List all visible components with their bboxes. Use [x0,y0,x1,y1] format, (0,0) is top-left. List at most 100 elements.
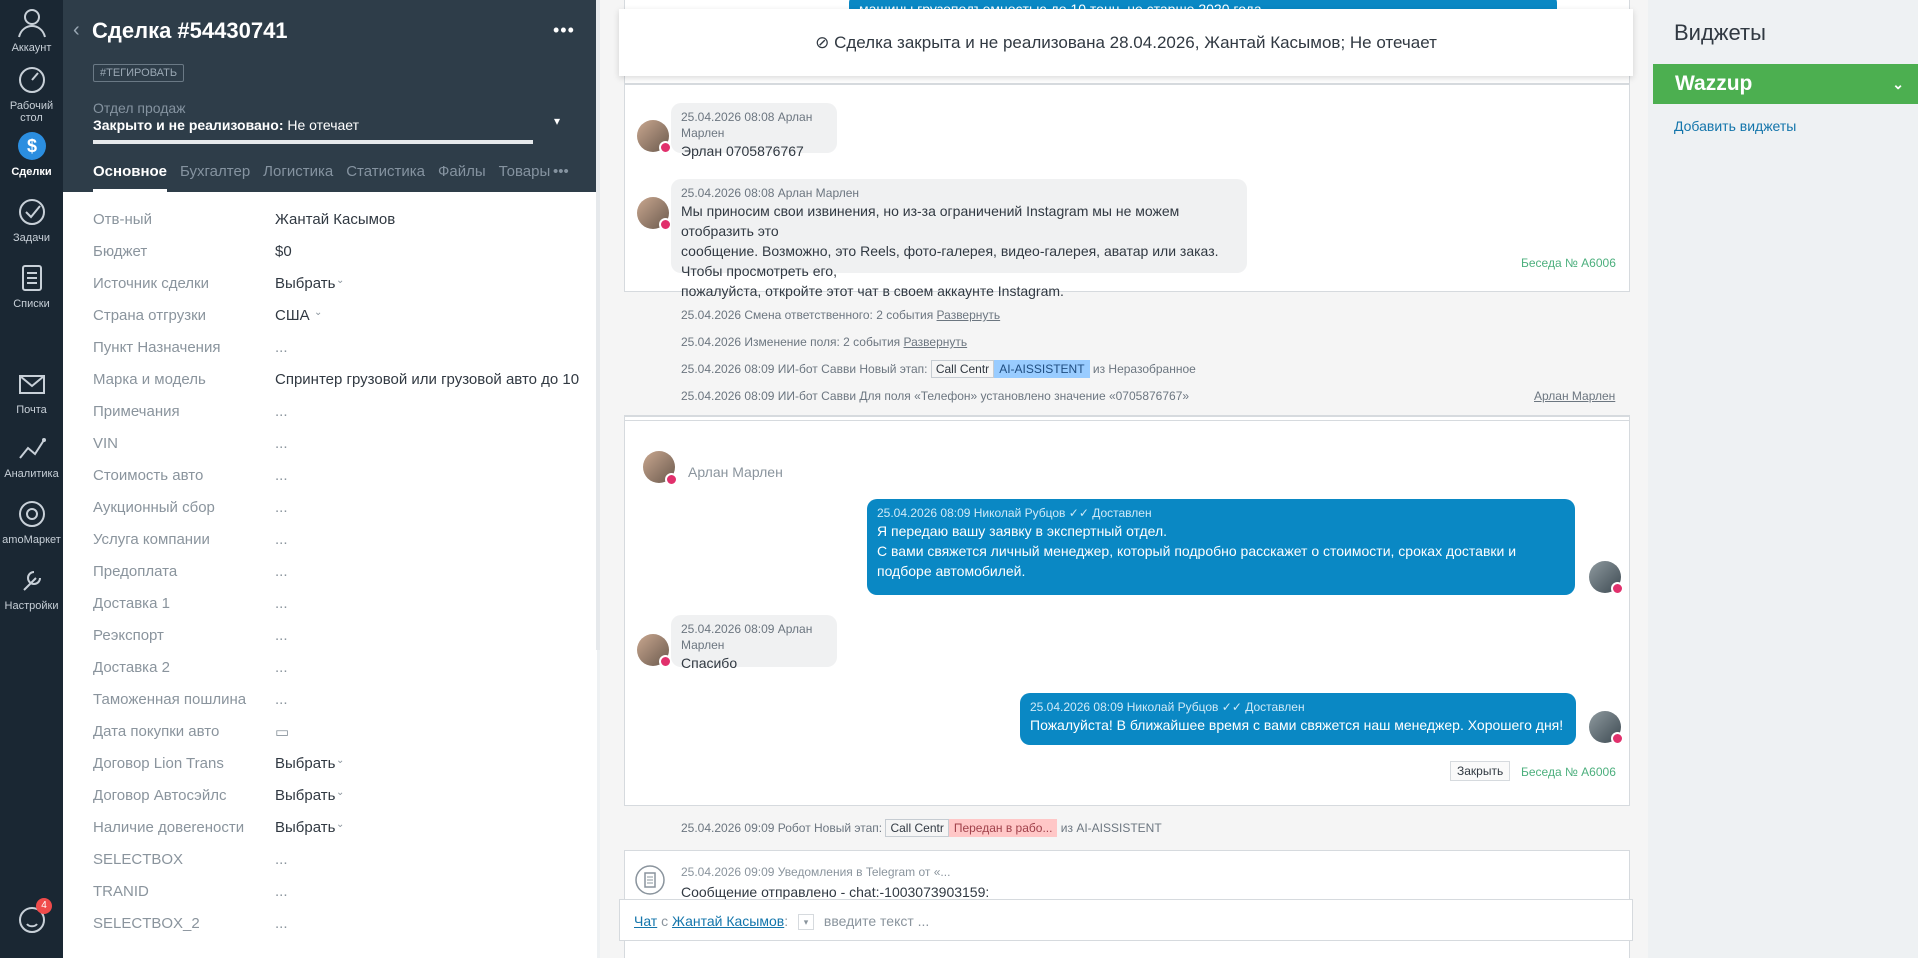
message-text: Спасибо [681,655,738,671]
field-row: Таможенная пошлина... [93,691,593,723]
deal-status-select[interactable]: Закрыто и не реализовано: Не отечает [93,117,359,133]
expand-link[interactable]: Развернуть [904,335,968,349]
nav-mail[interactable]: Почта [0,368,63,416]
event-field-change: 25.04.2026 Изменение поля: 2 события Раз… [681,335,967,349]
conversation-link[interactable]: Беседа № A6006 [1521,765,1616,779]
field-value[interactable]: ... [275,339,288,356]
field-row: Наличие довerености Выбрать ⌄ [93,819,593,851]
chevron-down-icon[interactable]: ▾ [798,914,815,931]
chevron-down-icon[interactable]: ▾ [554,114,560,128]
field-value[interactable]: ... [275,435,288,452]
field-row: Бюджет $0 [93,243,593,275]
event-text: 25.04.2026 08:09 ИИ-бот Савви Для поля «… [681,389,1190,403]
field-value[interactable]: Выбрать [275,787,335,804]
tab-3[interactable]: Статистика [346,163,425,192]
close-conversation-button[interactable]: Закрыть [1450,761,1511,781]
field-value[interactable]: ▭ [275,723,289,741]
event-user-link[interactable]: Арлан Марлен [1534,389,1615,403]
field-row: Доставка 1... [93,595,593,627]
field-value[interactable]: США [275,307,310,324]
field-value[interactable]: ... [275,627,288,644]
field-value[interactable]: ... [275,883,288,900]
chevron-down-icon[interactable]: ⌄ [1892,64,1904,104]
field-value[interactable]: Выбрать [275,819,335,836]
nav-dashboard-label: Рабочий стол [9,100,54,124]
field-value[interactable]: ... [275,403,288,420]
field-value[interactable]: ... [275,691,288,708]
wazzup-widget[interactable]: Wazzup ⌄ [1653,64,1918,104]
nav-account[interactable]: Аккаунт [0,6,63,54]
widgets-panel: Виджеты Wazzup ⌄ Добавить виджеты [1648,0,1918,958]
field-row: Реэкспорт... [93,627,593,659]
nav-deals[interactable]: $ Сделки [0,130,63,178]
field-value[interactable]: Спринтер грузовой или грузовой авто до 1… [275,371,579,388]
event-phone-set: 25.04.2026 08:09 ИИ-бот Савви Для поля «… [681,389,1189,403]
field-label: TRANID [93,883,149,900]
field-row: VIN... [93,435,593,467]
mail-icon [18,375,45,394]
chat-type-link[interactable]: Чат [634,913,657,929]
field-value[interactable]: ... [275,595,288,612]
nav-settings[interactable]: Настройки [0,564,63,612]
conversation-link[interactable]: Беседа № A6006 [1521,256,1616,270]
chevron-down-icon[interactable]: ⌄ [336,275,344,286]
field-row: SELECTBOX... [93,851,593,883]
field-row: Договор Автосэйлс Выбрать ⌄ [93,787,593,819]
field-value[interactable]: ... [275,659,288,676]
back-arrow-icon[interactable]: ‹ [73,19,80,42]
field-label: Таможенная пошлина [93,691,247,708]
message-text-line: Мы приносим свои извинения, но из-за огр… [681,203,1180,239]
add-widgets-link[interactable]: Добавить виджеты [1674,118,1796,134]
field-label: SELECTBOX [93,851,184,868]
tab-0[interactable]: Основное [93,163,168,192]
nav-tasks[interactable]: Задачи [0,196,63,244]
field-value[interactable]: ... [275,851,288,868]
chevron-down-icon[interactable]: ⌄ [314,307,322,318]
svg-text:$: $ [26,136,36,156]
field-row: Страна отгрузки США ⌄ [93,307,593,339]
nav-mail-label: Почта [16,404,47,416]
chevron-down-icon[interactable]: ⌄ [336,755,344,766]
left-nav: Аккаунт Рабочий стол $ Сделки Задачи Спи… [0,0,63,958]
field-value[interactable]: ... [275,467,288,484]
field-value[interactable]: ... [275,915,288,932]
deal-closed-banner: ⊘ Сделка закрыта и не реализована 28.04.… [619,9,1633,76]
nav-market[interactable]: amoМаркет [0,498,63,546]
field-value[interactable]: ... [275,499,288,516]
notification-badge: 4 [36,898,52,914]
nav-notifications[interactable]: 4 [0,898,63,940]
nav-lists[interactable]: Списки [0,262,63,310]
message-bubble: 25.04.2026 08:08 Арлан Марлен Эрлан 0705… [671,103,837,159]
tab-2[interactable]: Логистика [263,163,333,192]
field-value[interactable]: Выбрать [275,755,335,772]
field-value[interactable]: Выбрать [275,275,335,292]
nav-account-label: Аккаунт [11,42,52,54]
tab-1[interactable]: Бухгалтер [180,163,250,192]
tab-5[interactable]: Товары [499,163,551,192]
nav-dashboard[interactable]: Рабочий стол [0,64,63,124]
chat-contact-name[interactable]: Арлан Марлен [688,464,783,480]
expand-link[interactable]: Развернуть [937,308,1001,322]
event-from: из Неразобранное [1089,362,1196,376]
field-value[interactable]: ... [275,563,288,580]
nav-analytics[interactable]: Аналитика [0,432,63,480]
chat-input-placeholder[interactable]: введите текст ... [824,913,929,929]
deal-card-header: ‹ Сделка #54430741 ••• #ТЕГИРОВАТЬ Отдел… [63,0,597,192]
chat-input-bar[interactable]: Чат с Жантай Касымов: ▾ введите текст ..… [619,899,1633,941]
user-link[interactable]: Арлан Марлен [1534,389,1615,403]
message-bubble: 25.04.2026 08:09 Николай Рубцов ✓✓ Доста… [867,499,1575,595]
tabs-more-icon[interactable]: ••• [553,163,569,180]
field-label: VIN [93,435,119,452]
chevron-down-icon[interactable]: ⌄ [336,819,344,830]
message-text-line: сообщение. Возможно, это Reels, фото-гал… [681,243,1219,279]
more-options-icon[interactable]: ••• [553,20,575,41]
field-label: Отв-ный [93,211,152,228]
chevron-down-icon[interactable]: ⌄ [336,787,344,798]
tag-button[interactable]: #ТЕГИРОВАТЬ [93,64,185,82]
field-value[interactable]: ... [275,531,288,548]
field-value[interactable]: $0 [275,243,292,260]
tab-4[interactable]: Файлы [438,163,486,192]
field-row: Договор Lion Trans Выбрать ⌄ [93,755,593,787]
chat-recipient-link[interactable]: Жантай Касымов [672,913,784,929]
field-value[interactable]: Жантай Касымов [275,211,395,228]
